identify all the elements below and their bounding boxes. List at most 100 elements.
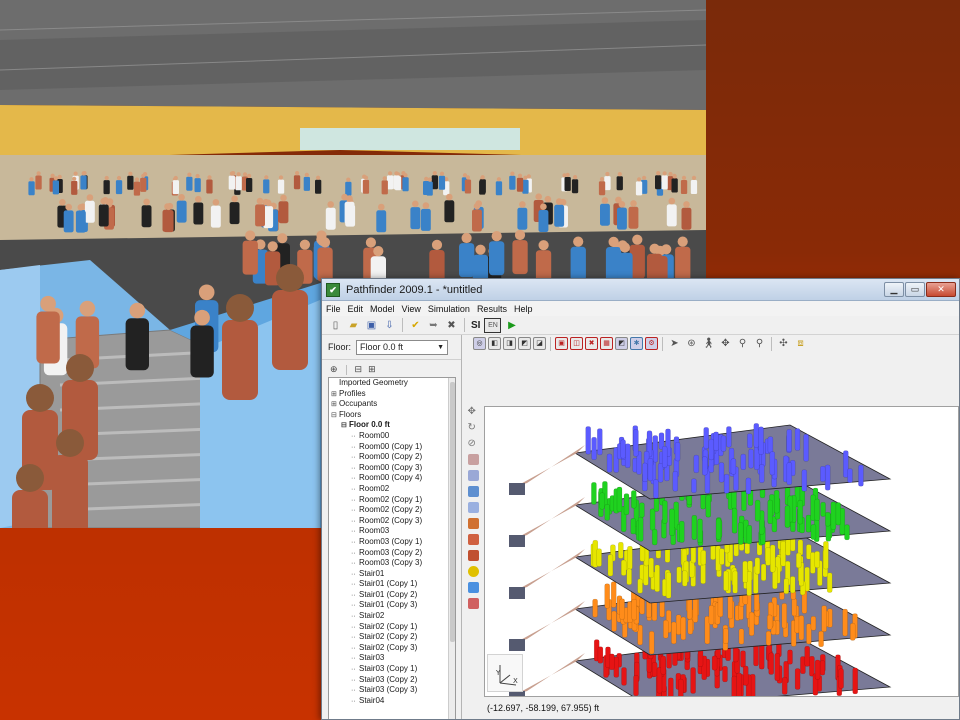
check-icon[interactable]: ✔ [408,318,423,333]
render-shade-icon[interactable]: ◩ [615,337,628,350]
fit-view-icon[interactable]: ✣ [776,336,791,351]
maximize-button[interactable]: ▭ [905,282,925,297]
tree-item[interactable]: ·· Room02 (Copy 2) [329,505,455,516]
si-units-button[interactable]: SI [470,318,481,333]
view-back-icon[interactable]: ◪ [533,337,546,350]
3d-viewport[interactable]: Y X [484,406,959,697]
tree-item[interactable]: ·· Stair03 [329,653,455,664]
menu-simulation[interactable]: Simulation [428,304,470,314]
tree-item[interactable]: ·· Stair01 (Copy 3) [329,600,455,611]
tree-item[interactable]: ·· Room03 (Copy 2) [329,548,455,559]
minimize-button[interactable]: ▁ [884,282,904,297]
render-stair-icon[interactable]: ▦ [600,337,613,350]
tree-expander-icon[interactable]: ⊟ [341,421,349,432]
tree-item[interactable]: ·· Room00 (Copy 2) [329,452,455,463]
orbit-icon[interactable]: ⊛ [684,336,699,351]
tree-item[interactable]: ·· Room02 (Copy 3) [329,516,455,527]
tree-item[interactable]: ·· Room00 (Copy 4) [329,473,455,484]
menu-edit[interactable]: Edit [348,304,364,314]
tree-item[interactable]: ·· Room00 (Copy 3) [329,463,455,474]
add-occupants-icon[interactable] [467,582,479,593]
menu-results[interactable]: Results [477,304,507,314]
tree-item[interactable]: ·· Room00 (Copy 1) [329,442,455,453]
tree-item[interactable]: ·· Stair01 (Copy 2) [329,590,455,601]
view-front-icon[interactable]: ◨ [503,337,516,350]
run-icon[interactable]: ▶ [504,318,519,333]
tree-expander-icon[interactable]: ⊟ [331,411,339,422]
view-top-icon[interactable]: ◧ [488,337,501,350]
open-icon[interactable]: ▰ [346,318,361,333]
render-occupant-icon[interactable]: ✱ [630,337,643,350]
tree-item[interactable]: ·· Stair02 (Copy 2) [329,632,455,643]
render-door-icon[interactable]: ✖ [585,337,598,350]
render-room-icon[interactable]: ▣ [555,337,568,350]
door-tool-icon[interactable] [467,502,479,513]
stair-tool-icon[interactable] [467,518,479,529]
tree-item[interactable]: ·· Room03 (Copy 3) [329,558,455,569]
person-head [601,197,609,204]
tree-item-label: Room02 [359,483,390,493]
collapse-all-icon[interactable]: ⊟ [355,364,363,375]
mirror-icon[interactable]: ⊘ [468,438,479,449]
person-figure [206,179,213,194]
save-icon[interactable]: ▣ [364,318,379,333]
tree-item[interactable]: ·· Stair04 [329,696,455,707]
render-wall-icon[interactable]: ◫ [570,337,583,350]
tree-item[interactable]: ·· Stair02 (Copy 1) [329,622,455,633]
occupant-icon[interactable] [467,566,479,577]
exit-tool-icon[interactable] [467,534,479,545]
rect-room-icon[interactable] [467,470,479,481]
render-path-icon[interactable]: ⚙ [645,337,658,350]
tree-item[interactable]: ⊟ Floors [329,410,455,421]
tree-item[interactable]: ⊞ Profiles [329,389,455,400]
person-figure [293,175,301,190]
tree-item[interactable]: ·· Stair02 (Copy 3) [329,643,455,654]
tree-item[interactable]: ⊟ Floor 0.0 ft [329,420,455,431]
rotate-icon[interactable]: ↻ [468,422,479,433]
view-side-icon[interactable]: ◩ [518,337,531,350]
menu-view[interactable]: View [402,304,421,314]
person-head [280,194,287,202]
zoom-extents-icon[interactable]: ⧈ [793,336,808,351]
tree-item[interactable]: ·· Stair01 (Copy 1) [329,579,455,590]
tree-item[interactable]: ·· Room03 [329,526,455,537]
ramp-tool-icon[interactable] [467,550,479,561]
tree-item[interactable]: ·· Room02 [329,484,455,495]
tree-scrollbar[interactable] [448,378,455,719]
wall-tool-icon[interactable] [467,486,479,497]
locate-icon[interactable]: ⊕ [330,364,338,375]
import-icon[interactable]: ⇩ [382,318,397,333]
tree-item[interactable]: ·· Room02 (Copy 1) [329,495,455,506]
zoom-box-icon[interactable]: ⚲ [752,336,767,351]
select-arrow-icon[interactable]: ➤ [667,336,682,351]
tree-item[interactable]: ·· Room00 [329,431,455,442]
menu-help[interactable]: Help [514,304,533,314]
tree-item[interactable]: ·· Stair01 [329,569,455,580]
walk-icon[interactable]: 🚶︎ [701,336,716,351]
view-3d-icon[interactable]: ◎ [473,337,486,350]
close-icon[interactable]: ✖ [444,318,459,333]
person-figure [459,243,475,278]
tree-item[interactable]: Imported Geometry [329,378,455,389]
new-icon[interactable]: ▯ [328,318,343,333]
menu-file[interactable]: File [326,304,341,314]
occupant-marker [624,443,631,468]
tree-item[interactable]: ⊞ Occupants [329,399,455,410]
en-units-button[interactable]: EN [484,317,502,333]
close-button[interactable]: ✕ [926,282,956,297]
axis-indicator: Y X [487,654,523,692]
tree-item[interactable]: ·· Room03 (Copy 1) [329,537,455,548]
tree-item[interactable]: ·· Stair02 [329,611,455,622]
move-icon[interactable]: ✥ [468,406,479,417]
tree-item[interactable]: ·· Stair03 (Copy 2) [329,675,455,686]
zoom-icon[interactable]: ⚲ [735,336,750,351]
menu-model[interactable]: Model [370,304,395,314]
floor-select[interactable]: Floor 0.0 ft ▼ [356,339,449,355]
room-tool-icon[interactable] [467,454,479,465]
undo-icon[interactable]: ➥ [426,318,441,333]
tree-item[interactable]: ·· Stair03 (Copy 1) [329,664,455,675]
pan-icon[interactable]: ✥ [718,336,733,351]
profile-icon[interactable] [467,598,479,609]
tree-item[interactable]: ·· Stair03 (Copy 3) [329,685,455,696]
expand-all-icon[interactable]: ⊞ [368,364,376,375]
